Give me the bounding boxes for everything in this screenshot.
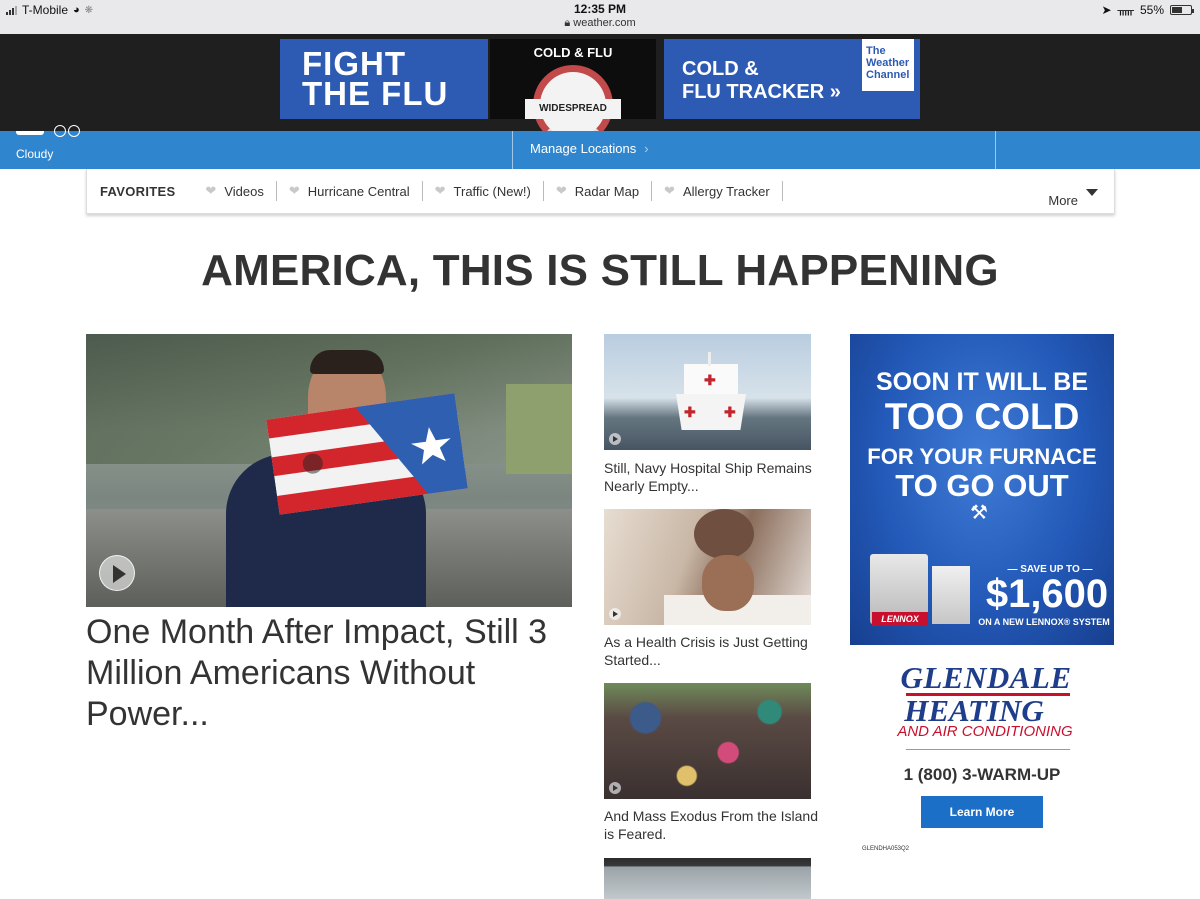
image-house [506, 384, 572, 474]
more-label: More [1048, 193, 1078, 208]
main-story-image[interactable] [86, 334, 572, 607]
lennox-ad[interactable]: SOON IT WILL BE TOO COLD FOR YOUR FURNAC… [850, 334, 1114, 645]
fav-label: Radar Map [574, 183, 640, 199]
bluetooth-icon: ᚅ [1117, 3, 1134, 17]
weather-channel-logo: The Weather Channel [862, 39, 914, 91]
heart-icon[interactable]: ❤ [664, 183, 675, 199]
play-video-icon[interactable] [609, 608, 621, 620]
heart-icon[interactable]: ❤ [289, 183, 300, 199]
glendale-rule [906, 749, 1070, 750]
manage-locations-link[interactable]: Manage Locations › [530, 141, 649, 156]
story-image-health-crisis[interactable] [604, 509, 811, 625]
story-image-exodus[interactable] [604, 683, 811, 799]
logo-line3: Channel [866, 69, 910, 81]
weather-icon-partial [54, 125, 66, 137]
play-video-icon[interactable] [99, 555, 135, 591]
nav-divider [995, 131, 996, 169]
red-cross-icon: ✚ [684, 404, 696, 420]
glendale-line3: AND AIR CONDITIONING [897, 723, 1073, 740]
ad-code: GLENDHA053Q2 [862, 846, 910, 852]
location-icon: ➤ [1101, 3, 1112, 17]
fav-label: Videos [224, 183, 264, 199]
chevron-right-icon: › [644, 141, 649, 156]
logo-line2: Weather [866, 57, 910, 69]
fav-item-radar-map[interactable]: ❤ Radar Map [544, 181, 653, 201]
fav-label: Hurricane Central [307, 183, 410, 199]
weather-icon-partial-2 [68, 125, 80, 137]
tools-icon: ⚒ [970, 502, 988, 524]
main-story-title[interactable]: One Month After Impact, Still 3 Million … [86, 612, 572, 735]
fav-item-traffic[interactable]: ❤ Traffic (New!) [423, 181, 544, 201]
glendale-line1: GLENDALE [900, 660, 1072, 695]
status-right: ➤ ᚅ 55% [1101, 3, 1194, 17]
play-video-icon[interactable] [609, 782, 621, 794]
fav-item-allergy-tracker[interactable]: ❤ Allergy Tracker [652, 181, 783, 201]
ad-mid-title: COLD & FLU [533, 45, 613, 60]
red-cross-icon: ✚ [724, 404, 736, 420]
heart-icon[interactable]: ❤ [435, 183, 446, 199]
ad-banner-band: FIGHT THE FLU COLD & FLU WIDESPREAD COLD… [0, 34, 1200, 145]
image-ship-mast [708, 352, 711, 366]
current-condition: Cloudy [16, 147, 54, 161]
status-bar: T-Mobile ◕ ❋ 12:35 PM 🔒︎ weather.com ➤ ᚅ… [0, 0, 1200, 34]
section-headline: AMERICA, THIS IS STILL HAPPENING [201, 246, 999, 295]
heart-icon[interactable]: ❤ [556, 183, 567, 199]
lennox-save-system: ON A NEW LENNOX® SYSTEM [978, 617, 1110, 627]
image-patient [702, 555, 754, 611]
image-man-hair [310, 350, 384, 374]
more-dropdown[interactable]: More [1048, 185, 1098, 208]
lennox-save-amount: $1,600 [985, 572, 1109, 616]
address-bar[interactable]: 🔒︎ weather.com [0, 17, 1200, 30]
lennox-line4: TO GO OUT [895, 468, 1069, 503]
red-cross-icon: ✚ [704, 372, 716, 388]
fav-label: Traffic (New!) [453, 183, 531, 199]
lennox-line2: TOO COLD [884, 396, 1080, 437]
play-video-icon[interactable] [609, 433, 621, 445]
image-crowd [604, 683, 811, 799]
fav-item-hurricane-central[interactable]: ❤ Hurricane Central [277, 181, 423, 201]
fight-the-flu-panel: FIGHT THE FLU [280, 39, 488, 119]
lock-icon: 🔒︎ [564, 17, 571, 29]
battery-icon [1170, 5, 1194, 15]
flu-gauge-panel: COLD & FLU WIDESPREAD [490, 39, 656, 145]
location-nav: Cloudy Manage Locations › [0, 125, 1200, 169]
battery-level [1172, 7, 1182, 13]
image-caregiver [694, 509, 754, 559]
status-center: 12:35 PM 🔒︎ weather.com [0, 2, 1200, 30]
battery-percent: 55% [1139, 3, 1164, 17]
gauge-label: WIDESPREAD [525, 99, 621, 119]
nav-divider [512, 131, 513, 169]
favorites-bar: FAVORITES ❤ Videos ❤ Hurricane Central ❤ Tr… [86, 169, 1115, 214]
furnace-image [932, 566, 970, 624]
logo-line1: The [866, 45, 886, 57]
story-image-next[interactable] [604, 858, 811, 899]
learn-more-button[interactable]: Learn More [921, 796, 1043, 828]
story-image-hospital-ship[interactable]: ✚ ✚ ✚ [604, 334, 811, 450]
fav-label: Allergy Tracker [682, 183, 770, 199]
flu-tracker-ad[interactable]: FIGHT THE FLU COLD & FLU WIDESPREAD COLD… [280, 39, 920, 145]
caret-down-icon [1086, 189, 1098, 196]
manage-locations-label: Manage Locations [530, 141, 637, 156]
ad-left-line2: THE FLU [302, 75, 449, 112]
site-logo-partial[interactable] [16, 131, 44, 135]
image-building [604, 858, 811, 899]
favorites-title: FAVORITES [100, 183, 176, 199]
lennox-line1: SOON IT WILL BE [875, 368, 1089, 396]
heart-icon[interactable]: ❤ [205, 183, 216, 199]
lennox-brand-tag: LENNOX [872, 612, 928, 626]
status-time: 12:35 PM [573, 2, 627, 16]
lennox-line3: FOR YOUR FURNACE [867, 444, 1097, 469]
story-title-hospital-ship[interactable]: Still, Navy Hospital Ship Remains Nearly… [604, 459, 819, 495]
flu-tracker-panel: COLD & FLU TRACKER » The Weather Channel [664, 39, 920, 119]
glendale-phone[interactable]: 1 (800) 3-WARM-UP [850, 765, 1114, 785]
story-title-health-crisis[interactable]: As a Health Crisis is Just Getting Start… [604, 633, 819, 669]
address-url: weather.com [573, 17, 636, 29]
story-title-exodus[interactable]: And Mass Exodus From the Island is Feare… [604, 807, 819, 843]
fav-item-videos[interactable]: ❤ Videos [193, 181, 277, 201]
